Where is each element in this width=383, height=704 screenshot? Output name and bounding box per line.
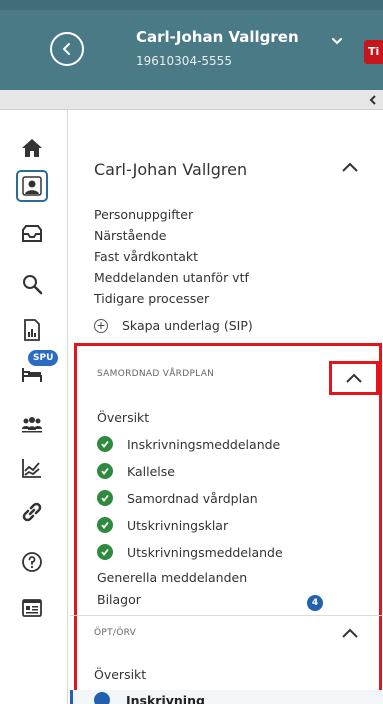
attachments-count-badge: 4 xyxy=(307,595,323,611)
opt-active-label: Inskrivning xyxy=(126,693,205,704)
status-row-utskrivningsklar[interactable]: Utskrivningsklar xyxy=(97,517,228,533)
collapse-chevron-icon[interactable] xyxy=(367,93,379,107)
icon-rail: SPU xyxy=(0,110,68,704)
status-label: Utskrivningsmeddelande xyxy=(127,544,283,560)
general-messages[interactable]: Generella meddelanden xyxy=(97,570,247,585)
create-sip-label: Skapa underlag (SIP) xyxy=(122,318,253,333)
opt-overview[interactable]: Översikt xyxy=(94,667,146,682)
patient-id: 19610304-5555 xyxy=(136,54,232,68)
status-row-inskrivningsmeddelande[interactable]: Inskrivningsmeddelande xyxy=(97,436,280,452)
inbox-icon[interactable] xyxy=(18,220,46,248)
collapse-button-highlight[interactable] xyxy=(329,361,379,395)
group-icon[interactable] xyxy=(18,410,46,438)
check-icon xyxy=(97,490,113,506)
section-divider xyxy=(70,615,383,616)
status-label: Samordnad vårdplan xyxy=(127,490,258,506)
chevron-up-icon[interactable] xyxy=(341,627,359,639)
create-sip-link[interactable]: + Skapa underlag (SIP) xyxy=(94,318,253,333)
back-button[interactable] xyxy=(50,32,84,66)
active-indicator xyxy=(70,690,73,704)
sub-toolbar xyxy=(0,90,383,110)
opt-heading: ÖPT/ÖRV xyxy=(94,628,137,638)
chevron-up-icon xyxy=(346,373,362,383)
chevron-left-icon xyxy=(63,43,70,55)
check-icon xyxy=(97,463,113,479)
menu-item-tidigare-processer[interactable]: Tidigare processer xyxy=(94,291,209,306)
samordnad-overview[interactable]: Översikt xyxy=(97,410,149,425)
status-label: Utskrivningsklar xyxy=(127,517,229,533)
samordnad-heading: SAMORDNAD VÅRDPLAN xyxy=(97,369,215,379)
status-label: Inskrivningsmeddelande xyxy=(127,436,281,452)
check-icon xyxy=(97,517,113,533)
navigation-panel: Carl-Johan Vallgren Personuppgifter Närs… xyxy=(70,110,383,704)
card-icon[interactable] xyxy=(18,594,46,622)
help-icon[interactable] xyxy=(18,548,46,576)
menu-item-meddelanden[interactable]: Meddelanden utanför vtf xyxy=(94,270,249,285)
status-label: Kallelse xyxy=(127,463,175,479)
home-icon[interactable] xyxy=(18,134,46,162)
header-top-strip xyxy=(0,0,383,10)
menu-item-narstaende[interactable]: Närstående xyxy=(94,228,166,243)
check-icon xyxy=(97,544,113,560)
document-chart-icon[interactable] xyxy=(18,316,46,344)
app-header: Carl-Johan Vallgren 19610304-5555 Ti xyxy=(0,0,383,90)
patient-section-title: Carl-Johan Vallgren xyxy=(94,160,248,179)
opt-active-item[interactable]: Inskrivning xyxy=(70,690,383,704)
patient-name: Carl-Johan Vallgren xyxy=(136,28,299,46)
attachments[interactable]: Bilagor xyxy=(97,592,141,607)
trend-chart-icon[interactable] xyxy=(18,454,46,482)
menu-item-personuppgifter[interactable]: Personuppgifter xyxy=(94,207,193,222)
menu-item-fast-vardkontakt[interactable]: Fast vårdkontakt xyxy=(94,249,198,264)
status-row-kallelse[interactable]: Kallelse xyxy=(97,463,175,479)
header-badge[interactable]: Ti xyxy=(364,40,383,64)
patient-icon[interactable] xyxy=(16,170,48,202)
status-row-utskrivningsmeddelande[interactable]: Utskrivningsmeddelande xyxy=(97,544,283,560)
check-icon xyxy=(97,436,113,452)
chevron-up-icon[interactable] xyxy=(341,161,359,173)
status-dot-icon xyxy=(94,692,110,704)
bed-icon[interactable] xyxy=(18,360,46,388)
link-icon[interactable] xyxy=(18,498,46,526)
samordnad-vardplan-highlight: SAMORDNAD VÅRDPLAN Översikt Inskrivnings… xyxy=(74,343,382,704)
status-row-samordnad-vardplan[interactable]: Samordnad vårdplan xyxy=(97,490,258,506)
search-icon[interactable] xyxy=(18,270,46,298)
chevron-down-icon[interactable] xyxy=(330,34,344,48)
plus-circle-icon: + xyxy=(94,318,108,333)
